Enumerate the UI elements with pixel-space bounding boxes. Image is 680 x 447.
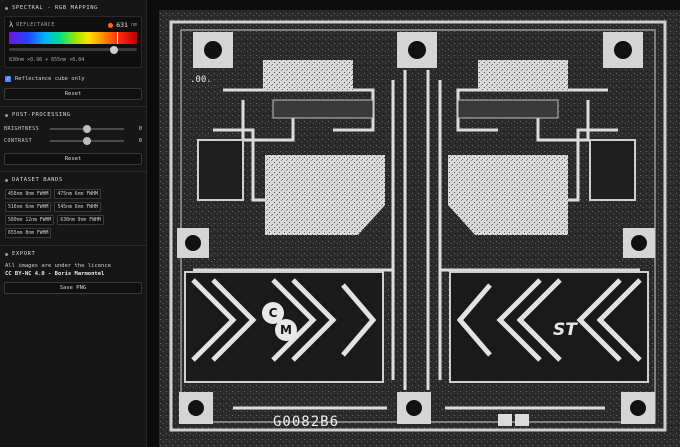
contrast-value: 0 [138, 138, 142, 144]
contrast-label: CONTRAST [4, 138, 33, 144]
brightness-value: 0 [138, 126, 142, 132]
die-id-label: G0082B6 [273, 414, 339, 430]
wavelength-slider-thumb[interactable] [110, 45, 119, 54]
band-chip: 475nm 6nm FWHM [54, 189, 101, 199]
wavelength-color-icon [108, 22, 114, 28]
bond-pad-hole [406, 400, 422, 416]
bond-pad-hole [185, 235, 201, 251]
band-chip: 630nm 9nm FWHM [57, 215, 104, 225]
spectrum-bar[interactable] [9, 32, 137, 44]
brightness-row: BRIGHTNESS 0 [4, 123, 142, 135]
bond-pad-hole [630, 400, 646, 416]
post-processing-reset-button[interactable]: Reset [4, 153, 142, 165]
brightness-slider-thumb[interactable] [83, 125, 91, 133]
spectral-section-header: SPECTRAL - RGB MAPPING [5, 5, 142, 11]
spectral-picker: λ REFLECTANCE 631 nm 630nm ×0.96 + 655nm… [4, 16, 142, 68]
dataset-bands-title: DATASET BANDS [12, 177, 63, 183]
wavelength-value: 631 [116, 21, 128, 29]
post-processing-section: POST-PROCESSING BRIGHTNESS 0 CONTRAST 0 … [0, 107, 146, 172]
band-chip: 655nm 8nm FWHM [5, 228, 52, 238]
wavelength-unit: nm [130, 22, 137, 28]
spectrum-cursor[interactable] [116, 32, 118, 44]
reflectance-label: REFLECTANCE [16, 22, 55, 28]
contrast-row: CONTRAST 0 [4, 135, 142, 147]
control-sidebar: SPECTRAL - RGB MAPPING λ REFLECTANCE 631… [0, 0, 147, 447]
contrast-slider[interactable] [50, 137, 124, 145]
section-bullet-icon [5, 113, 8, 117]
lambda-icon: λ [9, 21, 14, 29]
brightness-label: BRIGHTNESS [4, 126, 40, 132]
export-section: EXPORT All images are under the licence … [0, 246, 146, 300]
band-list: 458nm 8nm FWHM 475nm 6nm FWHM 516nm 6nm … [4, 188, 142, 239]
export-title: EXPORT [12, 251, 36, 257]
spectral-section-title: SPECTRAL - RGB MAPPING [12, 5, 99, 11]
contrast-slider-thumb[interactable] [83, 137, 91, 145]
wavelength-slider[interactable] [9, 45, 137, 54]
die-image-viewer[interactable]: C M ST .00. G0082B6 [153, 0, 680, 447]
post-processing-header: POST-PROCESSING [5, 112, 142, 118]
dataset-bands-section: DATASET BANDS 458nm 8nm FWHM 475nm 6nm F… [0, 172, 146, 246]
band-chip: 458nm 8nm FWHM [5, 189, 52, 199]
licence-notice: All images are under the licence CC BY-N… [5, 262, 142, 278]
export-header: EXPORT [5, 251, 142, 257]
save-png-button[interactable]: Save PNG [4, 282, 142, 294]
band-mix-formula: 630nm ×0.96 + 655nm ×0.04 [9, 57, 85, 63]
dataset-bands-header: DATASET BANDS [5, 177, 142, 183]
bond-pad-hole [188, 400, 204, 416]
corner-mark: .00. [190, 75, 212, 85]
checkbox-checked-icon[interactable]: ✓ [5, 76, 11, 82]
reflectance-cube-label: Reflectance cube only [15, 76, 85, 82]
die-logo-letter-m: M [280, 323, 292, 337]
bond-pad-hole [631, 235, 647, 251]
spectral-section: SPECTRAL - RGB MAPPING λ REFLECTANCE 631… [0, 0, 146, 107]
band-chip: 580nm 12nm FWHM [5, 215, 55, 225]
post-processing-title: POST-PROCESSING [12, 112, 71, 118]
bond-pad-hole [614, 41, 632, 59]
licence-name: CC BY-NC 4.0 - Boris Marmontel [5, 271, 105, 277]
licence-text: All images are under the licence [5, 263, 111, 269]
bond-pad-hole [204, 41, 222, 59]
section-bullet-icon [5, 6, 8, 10]
reflectance-cube-toggle[interactable]: ✓ Reflectance cube only [5, 76, 142, 82]
section-bullet-icon [5, 252, 8, 256]
band-chip: 545nm 6nm FWHM [54, 202, 101, 212]
st-logo: ST [553, 320, 578, 340]
chip-die-image: C M ST .00. G0082B6 [153, 0, 680, 447]
die-logo-letter-c: C [269, 306, 278, 320]
bond-pad-hole [408, 41, 426, 59]
band-chip: 516nm 6nm FWHM [5, 202, 52, 212]
spectral-reset-button[interactable]: Reset [4, 88, 142, 100]
section-bullet-icon [5, 178, 8, 182]
brightness-slider[interactable] [50, 125, 124, 133]
